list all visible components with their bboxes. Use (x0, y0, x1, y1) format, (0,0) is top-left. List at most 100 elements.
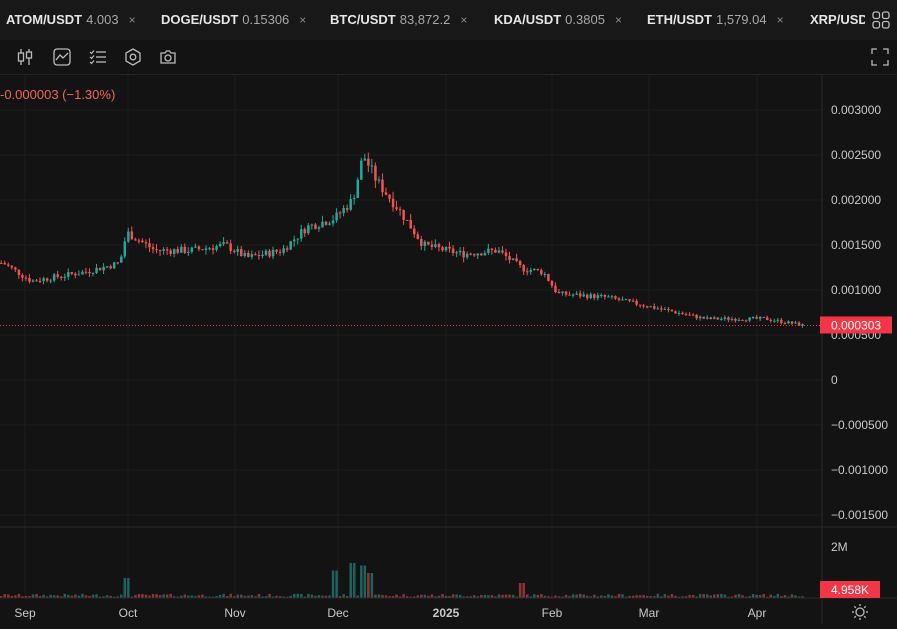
candle-body (176, 249, 179, 253)
ticker-bar: ATOM/USDT 4.003 × DOGE/USDT 0.15306 × BTC/USDT… (0, 0, 897, 41)
candle-body (285, 248, 289, 250)
close-icon[interactable]: × (615, 13, 622, 27)
volume-bar (518, 583, 522, 598)
candle-body (158, 250, 162, 252)
candle-body (28, 277, 31, 282)
volume-bar (310, 594, 314, 598)
candle-body (317, 227, 321, 229)
candle-body (187, 251, 190, 253)
candlestick-icon[interactable] (16, 48, 34, 66)
candle-body (617, 298, 621, 300)
candle-body (95, 267, 98, 273)
close-icon[interactable]: × (460, 13, 467, 27)
volume-bar (7, 594, 10, 598)
candle-body (38, 281, 42, 283)
ticker-item[interactable]: BTC/USDT 83,872.2 × (330, 12, 467, 27)
volume-bar (137, 594, 141, 598)
candle-body (730, 318, 734, 320)
candle-body (416, 234, 420, 240)
candle-body (614, 296, 617, 299)
axis-settings-icon[interactable] (852, 604, 868, 620)
candle-body (458, 250, 462, 253)
volume-bar (236, 594, 240, 598)
volume-bar (663, 594, 667, 598)
ticker-item[interactable]: DOGE/USDT 0.15306 × (161, 12, 306, 27)
volume-bar (402, 594, 405, 598)
volume-bar (607, 594, 610, 598)
candle-body (709, 317, 713, 319)
volume-bar (716, 594, 720, 598)
settings-icon[interactable] (124, 48, 142, 66)
candle-body (162, 249, 165, 251)
ticker-item[interactable]: KDA/USDT 0.3805 × (494, 12, 622, 27)
ticker-symbol: DOGE/USDT (161, 12, 239, 27)
ticker-item[interactable]: ETH/USDT 1,579.04 × (647, 12, 784, 27)
candle-body (698, 316, 702, 319)
candle-body (240, 248, 243, 256)
volume-bar (95, 594, 98, 598)
ticker-item[interactable]: ATOM/USDT 4.003 × (6, 12, 136, 27)
candle-body (52, 274, 56, 281)
candle-body (384, 192, 388, 195)
candle-body (501, 250, 504, 253)
volume-bar (575, 594, 578, 598)
volume-bar (292, 594, 296, 598)
volume-bar (307, 593, 310, 598)
candle-body (776, 319, 780, 321)
candle-body (35, 280, 38, 282)
volume-bar (593, 594, 596, 598)
volume-bar (300, 594, 303, 598)
candle-body (236, 248, 240, 252)
volume-bar (342, 594, 345, 598)
candle-body (328, 223, 331, 225)
candle-body (515, 258, 518, 262)
candle-body (688, 314, 691, 316)
candle-body (264, 250, 268, 255)
chart-settings-icon[interactable] (53, 48, 71, 66)
layout-grid-button[interactable] (865, 0, 897, 40)
close-icon[interactable]: × (299, 13, 306, 27)
price-chart[interactable]: 0.003000 0.002500 0.002000 0.001500 0.001000… (0, 75, 897, 624)
fullscreen-icon[interactable] (871, 48, 889, 66)
candle-body (508, 256, 511, 260)
volume-bar (540, 594, 543, 598)
candle-body (434, 244, 437, 247)
candle-body (282, 248, 285, 253)
volume-bar (165, 594, 169, 598)
candle-body (84, 271, 88, 273)
candle-body (292, 239, 296, 242)
close-icon[interactable]: × (129, 13, 136, 27)
candle-body (437, 244, 441, 248)
candle-body (141, 240, 144, 243)
volume-bar (430, 594, 434, 598)
candle-body (102, 266, 105, 271)
candle-body (183, 246, 187, 253)
volume-bar (127, 578, 130, 598)
candle-body (77, 274, 81, 276)
candle-body (713, 317, 716, 319)
candle-body (289, 241, 292, 250)
candle-body (723, 317, 727, 319)
last-price-label: 0.000303 (831, 318, 881, 332)
candle-body (250, 254, 254, 257)
candle-body (278, 251, 282, 253)
price-tick-label: 0.002500 (831, 148, 881, 162)
volume-bar (713, 594, 716, 598)
candle-body (596, 295, 600, 299)
volume-bar (183, 594, 187, 598)
camera-icon[interactable] (159, 48, 177, 66)
volume-bar (367, 573, 370, 598)
volume-bar (504, 594, 508, 598)
volume-bar (335, 570, 338, 598)
close-icon[interactable]: × (777, 13, 784, 27)
volume-bar (363, 565, 367, 598)
candle-body (603, 295, 607, 297)
candle-body (105, 266, 109, 268)
indicators-icon[interactable] (89, 48, 107, 66)
candle-body (536, 268, 540, 270)
time-tick-label: Feb (542, 606, 563, 620)
candle-body (155, 249, 158, 251)
last-volume-label: 4.958K (831, 583, 869, 597)
volume-bar (508, 594, 511, 598)
chart-canvas: 0.003000 0.002500 0.002000 0.001500 0.001000… (0, 75, 897, 624)
